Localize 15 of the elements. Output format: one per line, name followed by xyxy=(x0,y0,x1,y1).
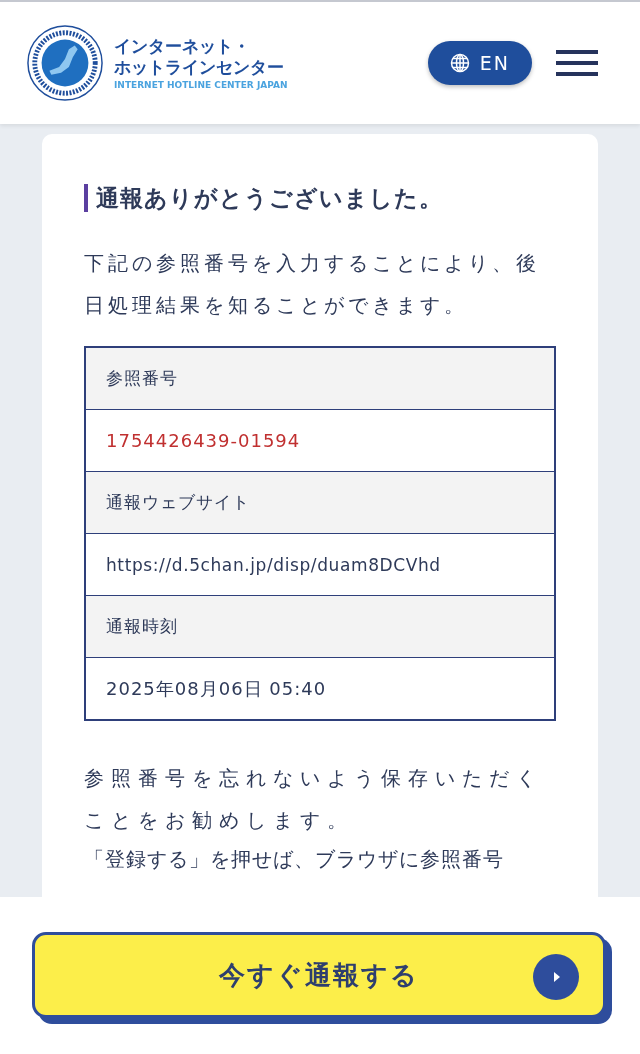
logo-icon xyxy=(26,24,104,102)
table-label: 参照番号 xyxy=(85,347,555,410)
site-title: インターネット・ xyxy=(114,36,251,57)
menu-icon[interactable] xyxy=(556,50,598,76)
note-text: 「登録する」を押せば、ブラウザに参照番号 xyxy=(84,846,505,873)
site-subtitle: INTERNET HOTLINE CENTER JAPAN xyxy=(114,80,289,90)
intro-text: 下記の参照番号を入力することにより、後日処理結果を知ることができます。 xyxy=(84,250,541,319)
table-label: 通報ウェブサイト xyxy=(85,471,555,534)
table-label: 通報時刻 xyxy=(85,595,555,658)
globe-icon xyxy=(449,53,470,73)
thank-you-heading: 通報ありがとうございました。 xyxy=(84,184,556,212)
language-button[interactable]: EN xyxy=(427,41,532,85)
note-text: 参照番号を忘れないよう保存いただくことをお勧めします。 xyxy=(84,765,544,834)
site-title: ホットラインセンター xyxy=(114,57,285,78)
play-icon xyxy=(533,954,579,1000)
